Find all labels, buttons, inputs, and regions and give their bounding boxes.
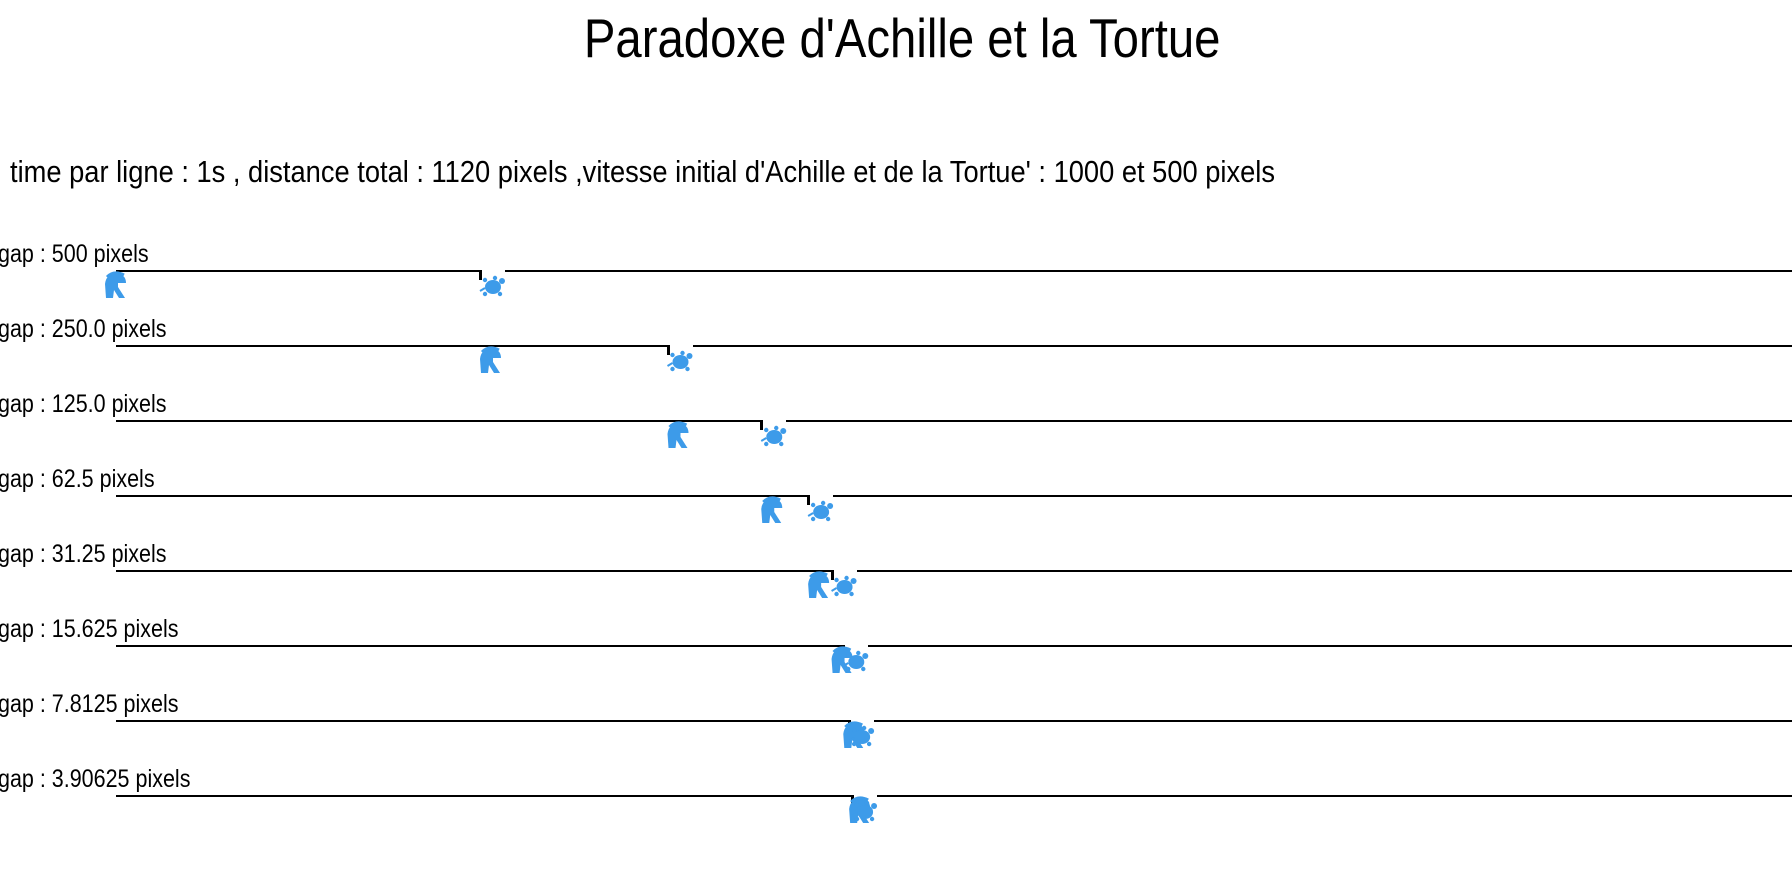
- tortoise-marker: [842, 645, 846, 655]
- track-line-end: [868, 645, 1792, 647]
- tortoise-marker: [666, 345, 670, 355]
- track-line-end: [833, 495, 1792, 497]
- runners-layer: [105, 271, 878, 823]
- tortoise-marker: [848, 720, 852, 730]
- tortoise-turtle-icon: [831, 575, 857, 597]
- track-line: [116, 345, 667, 347]
- page-title: Paradoxe d'Achille et la Tortue: [583, 7, 1221, 69]
- achilles-helmet-icon: [843, 721, 865, 748]
- tortoise-marker: [830, 570, 834, 580]
- gap-label: gap : 31.25 pixels: [0, 540, 167, 568]
- tortoise-turtle-icon: [842, 650, 869, 672]
- tortoise-marker: [851, 795, 855, 805]
- gap-label: gap : 7.8125 pixels: [0, 690, 179, 718]
- tortoise-turtle-icon: [851, 800, 878, 822]
- gap-label: gap : 3.90625 pixels: [0, 765, 191, 793]
- achilles-helmet-icon: [761, 496, 783, 523]
- track-line-end: [856, 570, 1792, 572]
- track-line: [116, 495, 808, 497]
- gap-label: gap : 500 pixels: [0, 240, 149, 268]
- achilles-helmet-icon: [667, 421, 689, 448]
- track-line: [116, 795, 852, 797]
- tortoise-marker: [760, 420, 764, 430]
- achilles-helmet-icon: [105, 271, 126, 298]
- simulation-info: time par ligne : 1s , distance total : 1…: [10, 154, 1276, 189]
- gap-label: gap : 62.5 pixels: [0, 465, 155, 493]
- track-line: [116, 570, 831, 572]
- track-line-end: [786, 420, 1792, 422]
- track-line-end: [505, 270, 1792, 272]
- gap-label: gap : 250.0 pixels: [0, 315, 167, 343]
- track-line-end: [692, 345, 1792, 347]
- tortoise-turtle-icon: [479, 275, 505, 297]
- gap-label: gap : 125.0 pixels: [0, 390, 167, 418]
- track-line: [116, 720, 849, 722]
- tortoise-marker: [479, 270, 482, 280]
- tortoise-turtle-icon: [666, 350, 693, 372]
- track-line: [116, 645, 843, 647]
- achilles-helmet-icon: [808, 571, 830, 598]
- tortoise-marker: [807, 495, 811, 505]
- track-line: [116, 270, 479, 272]
- tortoise-turtle-icon: [807, 500, 834, 522]
- tortoise-turtle-icon: [760, 425, 787, 447]
- track-line: [116, 420, 761, 422]
- track-line-end: [874, 720, 1792, 722]
- gap-label: gap : 15.625 pixels: [0, 615, 179, 643]
- achilles-helmet-icon: [480, 346, 501, 373]
- tortoise-turtle-icon: [848, 725, 875, 747]
- track-line-end: [877, 795, 1792, 797]
